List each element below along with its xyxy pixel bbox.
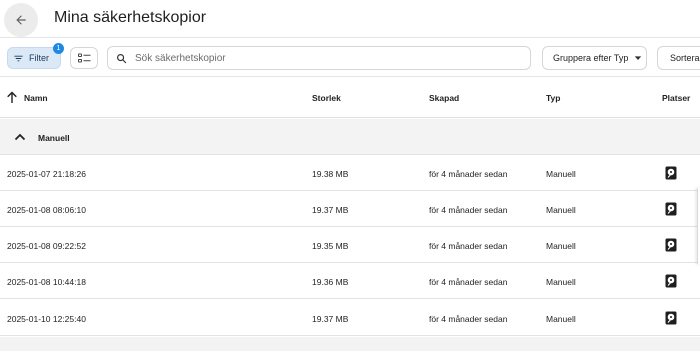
filter-count-badge: 1	[53, 43, 64, 54]
table-row[interactable]: 2025-01-07 21:18:26 19.38 MB för 4 månad…	[0, 155, 700, 191]
toolbar: Filter 1 Gruppera efter Typ Sortera	[0, 39, 700, 77]
search-field[interactable]	[107, 46, 531, 70]
sort-ascending-arrow-icon[interactable]	[6, 90, 18, 104]
sort-button[interactable]: Sortera	[657, 46, 700, 70]
cell-name: 2025-01-08 09:22:52	[7, 241, 86, 251]
table-row[interactable]: 2025-01-08 10:44:18 19.36 MB för 4 månad…	[0, 263, 700, 299]
arrow-left-icon	[16, 15, 26, 25]
harddisk-icon	[665, 202, 677, 216]
chevron-up-icon[interactable]	[14, 132, 26, 142]
table-row[interactable]: 2025-01-10 12:25:40 19.37 MB för 4 månad…	[0, 300, 700, 336]
cell-created: för 4 månader sedan	[429, 169, 508, 179]
cell-type: Manuell	[546, 277, 576, 287]
cell-type: Manuell	[546, 205, 576, 215]
cell-name: 2025-01-07 21:18:26	[7, 169, 86, 179]
table-header: Namn Storlek Skapad Typ Platser	[0, 78, 700, 118]
cell-size: 19.36 MB	[312, 277, 349, 287]
checklist-icon	[77, 53, 90, 62]
top-app-bar: Mina säkerhetskopior	[0, 0, 700, 38]
cell-type: Manuell	[546, 314, 576, 324]
next-group-header[interactable]	[0, 337, 700, 351]
cell-size: 19.37 MB	[312, 314, 349, 324]
harddisk-icon	[665, 311, 677, 325]
table-row[interactable]: 2025-01-08 09:22:52 19.35 MB för 4 månad…	[0, 227, 700, 263]
search-input[interactable]	[135, 52, 515, 64]
cell-type: Manuell	[546, 241, 576, 251]
column-header-name[interactable]: Namn	[24, 93, 48, 103]
cell-created: för 4 månader sedan	[429, 241, 508, 251]
back-button[interactable]	[4, 3, 38, 37]
cell-size: 19.37 MB	[312, 205, 349, 215]
harddisk-icon	[665, 274, 677, 288]
column-header-created[interactable]: Skapad	[429, 93, 459, 103]
harddisk-icon	[665, 238, 677, 252]
cell-created: för 4 månader sedan	[429, 277, 508, 287]
column-header-size[interactable]: Storlek	[312, 93, 341, 103]
filter-button-label: Filter	[29, 53, 49, 63]
group-by-button[interactable]: Gruppera efter Typ	[542, 46, 647, 70]
selection-mode-button[interactable]	[70, 47, 98, 69]
cell-size: 19.35 MB	[312, 241, 349, 251]
search-icon	[117, 53, 127, 63]
cell-created: för 4 månader sedan	[429, 205, 508, 215]
cell-name: 2025-01-10 12:25:40	[7, 314, 86, 324]
group-label: Manuell	[38, 133, 70, 143]
cell-created: för 4 månader sedan	[429, 314, 508, 324]
group-header-manual[interactable]: Manuell	[0, 119, 700, 155]
cell-type: Manuell	[546, 169, 576, 179]
cell-size: 19.38 MB	[312, 169, 349, 179]
table-row[interactable]: 2025-01-08 08:06:10 19.37 MB för 4 månad…	[0, 191, 700, 227]
harddisk-icon	[665, 166, 677, 180]
filter-icon	[14, 55, 23, 61]
column-header-type[interactable]: Typ	[546, 93, 560, 103]
cell-name: 2025-01-08 10:44:18	[7, 277, 86, 287]
caret-down-icon	[635, 56, 642, 60]
group-by-label: Gruppera efter Typ	[553, 53, 629, 63]
cell-name: 2025-01-08 08:06:10	[7, 205, 86, 215]
sort-label: Sortera	[670, 53, 700, 63]
column-header-locations: Platser	[662, 93, 691, 103]
page-title: Mina säkerhetskopior	[54, 9, 207, 26]
